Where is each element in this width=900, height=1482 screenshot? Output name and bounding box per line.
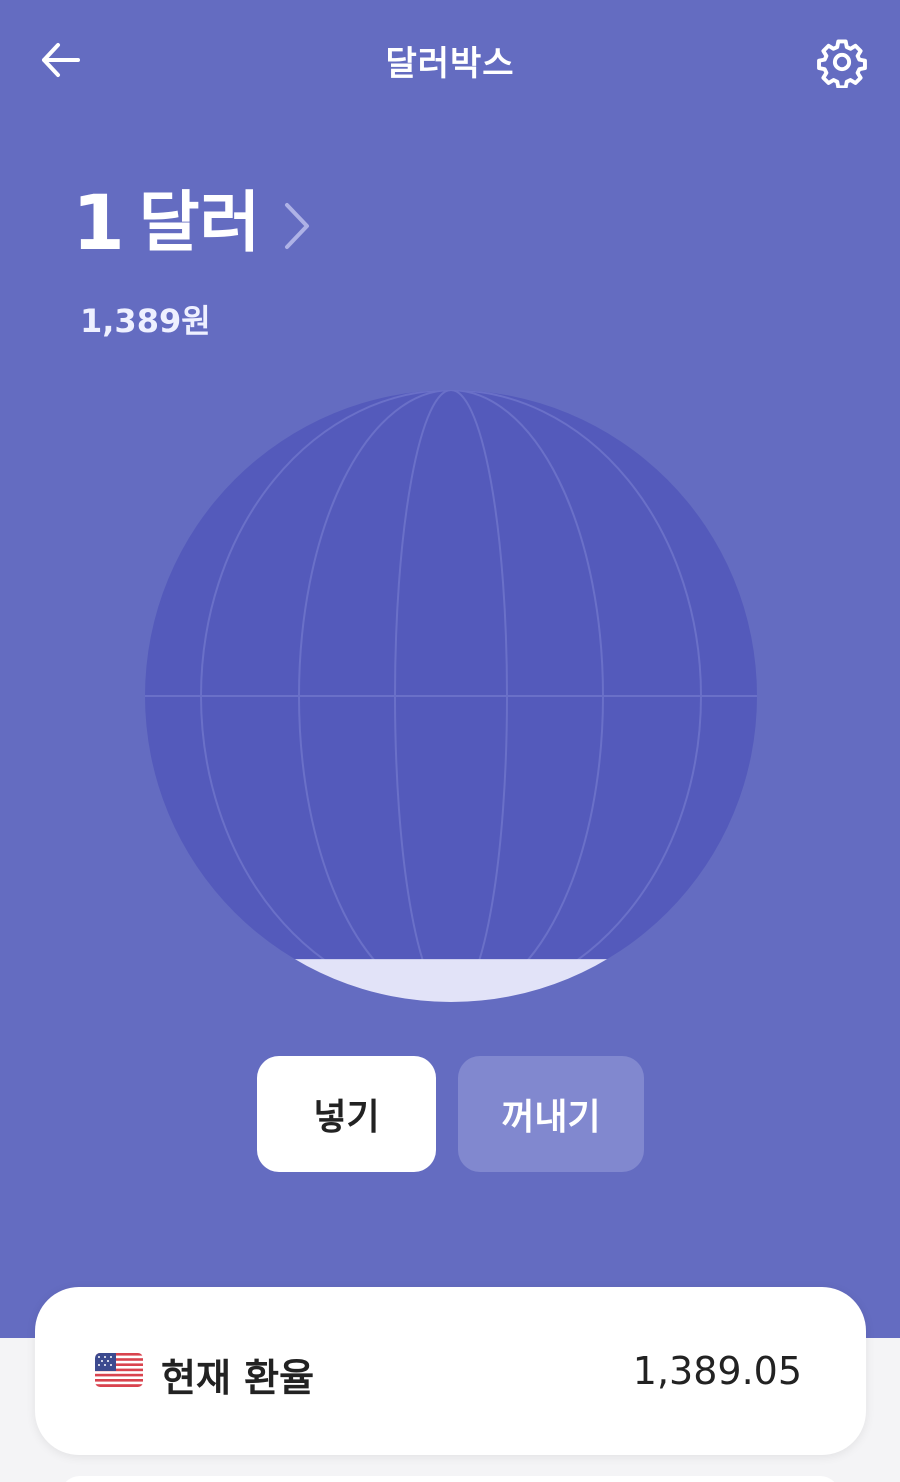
gear-icon <box>817 39 867 88</box>
exchange-rate-value: 1,389.05 <box>632 1349 802 1393</box>
balance-display[interactable]: 1 달러 <box>72 178 312 268</box>
krw-equivalent: 1,389원 <box>80 302 211 340</box>
withdraw-button[interactable]: 꺼내기 <box>458 1056 644 1172</box>
balance-unit: 달러 <box>138 184 261 261</box>
next-card-peek <box>60 1476 840 1482</box>
exchange-rate-label: 현재 환율 <box>161 1356 315 1400</box>
dollar-box-hero: 달러박스 1 달러 1,389원 넣기 꺼내기 <box>0 0 900 1338</box>
exchange-rate-card[interactable]: 현재 환율 1,389.05 <box>35 1287 866 1455</box>
balance-amount: 1 <box>72 178 125 267</box>
deposit-button[interactable]: 넣기 <box>257 1056 436 1172</box>
us-flag-icon <box>95 1353 143 1387</box>
action-buttons: 넣기 꺼내기 <box>257 1056 644 1172</box>
page-title: 달러박스 <box>385 44 515 84</box>
top-bar: 달러박스 <box>0 0 900 120</box>
dollar-globe <box>145 390 757 1002</box>
settings-button[interactable] <box>810 30 874 94</box>
liquid-fill <box>145 959 757 1002</box>
chevron-right-icon <box>285 203 310 249</box>
